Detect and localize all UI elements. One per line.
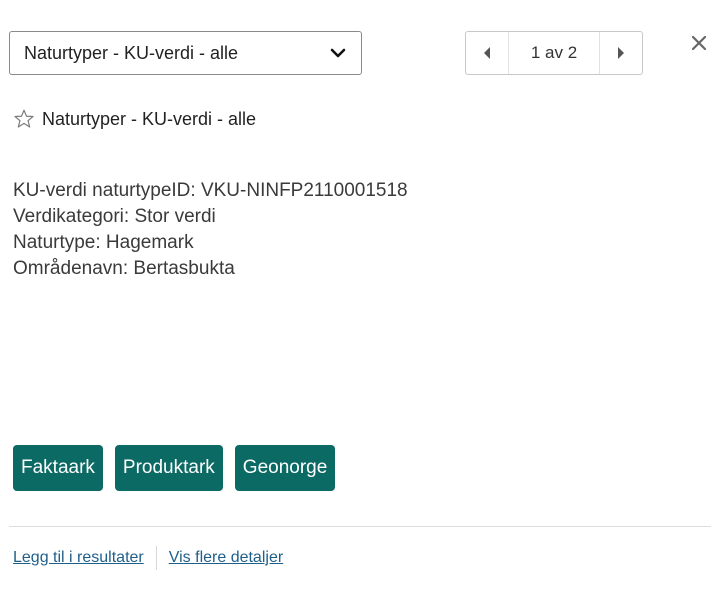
pager-count: 1 av 2 — [508, 32, 600, 74]
attribute-naturtype: Naturtype: Hagemark — [13, 232, 194, 253]
previous-feature-button[interactable] — [466, 32, 508, 74]
chevron-down-icon — [327, 42, 349, 64]
close-button[interactable] — [686, 30, 712, 56]
action-buttons: Faktaark Produktark Geonorge — [13, 445, 336, 491]
layer-select-value: Naturtyper - KU-verdi - alle — [24, 42, 239, 63]
feature-title: Naturtyper - KU-verdi - alle — [42, 108, 257, 129]
feature-title-row: Naturtyper - KU-verdi - alle — [12, 104, 256, 134]
triangle-left-icon — [484, 47, 490, 59]
close-icon — [691, 35, 707, 51]
produktark-button[interactable]: Produktark — [114, 445, 223, 491]
attribute-naturtype-id: KU-verdi naturtypeID: VKU-NINFP211000151… — [13, 180, 408, 201]
show-details-link[interactable]: Vis flere detaljer — [169, 549, 283, 567]
feature-attributes: KU-verdi naturtypeID: VKU-NINFP211000151… — [13, 178, 408, 282]
faktaark-button[interactable]: Faktaark — [13, 445, 103, 491]
footer-links: Legg til i resultater Vis flere detaljer — [13, 546, 283, 570]
link-separator — [155, 546, 157, 570]
next-feature-button[interactable] — [600, 32, 642, 74]
attribute-verdikategori: Verdikategori: Stor verdi — [13, 206, 216, 227]
divider — [9, 526, 711, 527]
add-to-results-link[interactable]: Legg til i resultater — [13, 549, 144, 567]
star-icon — [14, 109, 34, 128]
favorite-star-button[interactable] — [12, 107, 36, 131]
triangle-right-icon — [618, 47, 624, 59]
popup-panel: Naturtyper - KU-verdi - alle 1 av 2 Natu… — [0, 0, 723, 589]
geonorge-button[interactable]: Geonorge — [234, 445, 336, 491]
layer-select[interactable]: Naturtyper - KU-verdi - alle — [9, 31, 362, 75]
attribute-omradenavn: Områdenavn: Bertasbukta — [13, 258, 235, 279]
feature-pager: 1 av 2 — [465, 31, 643, 75]
